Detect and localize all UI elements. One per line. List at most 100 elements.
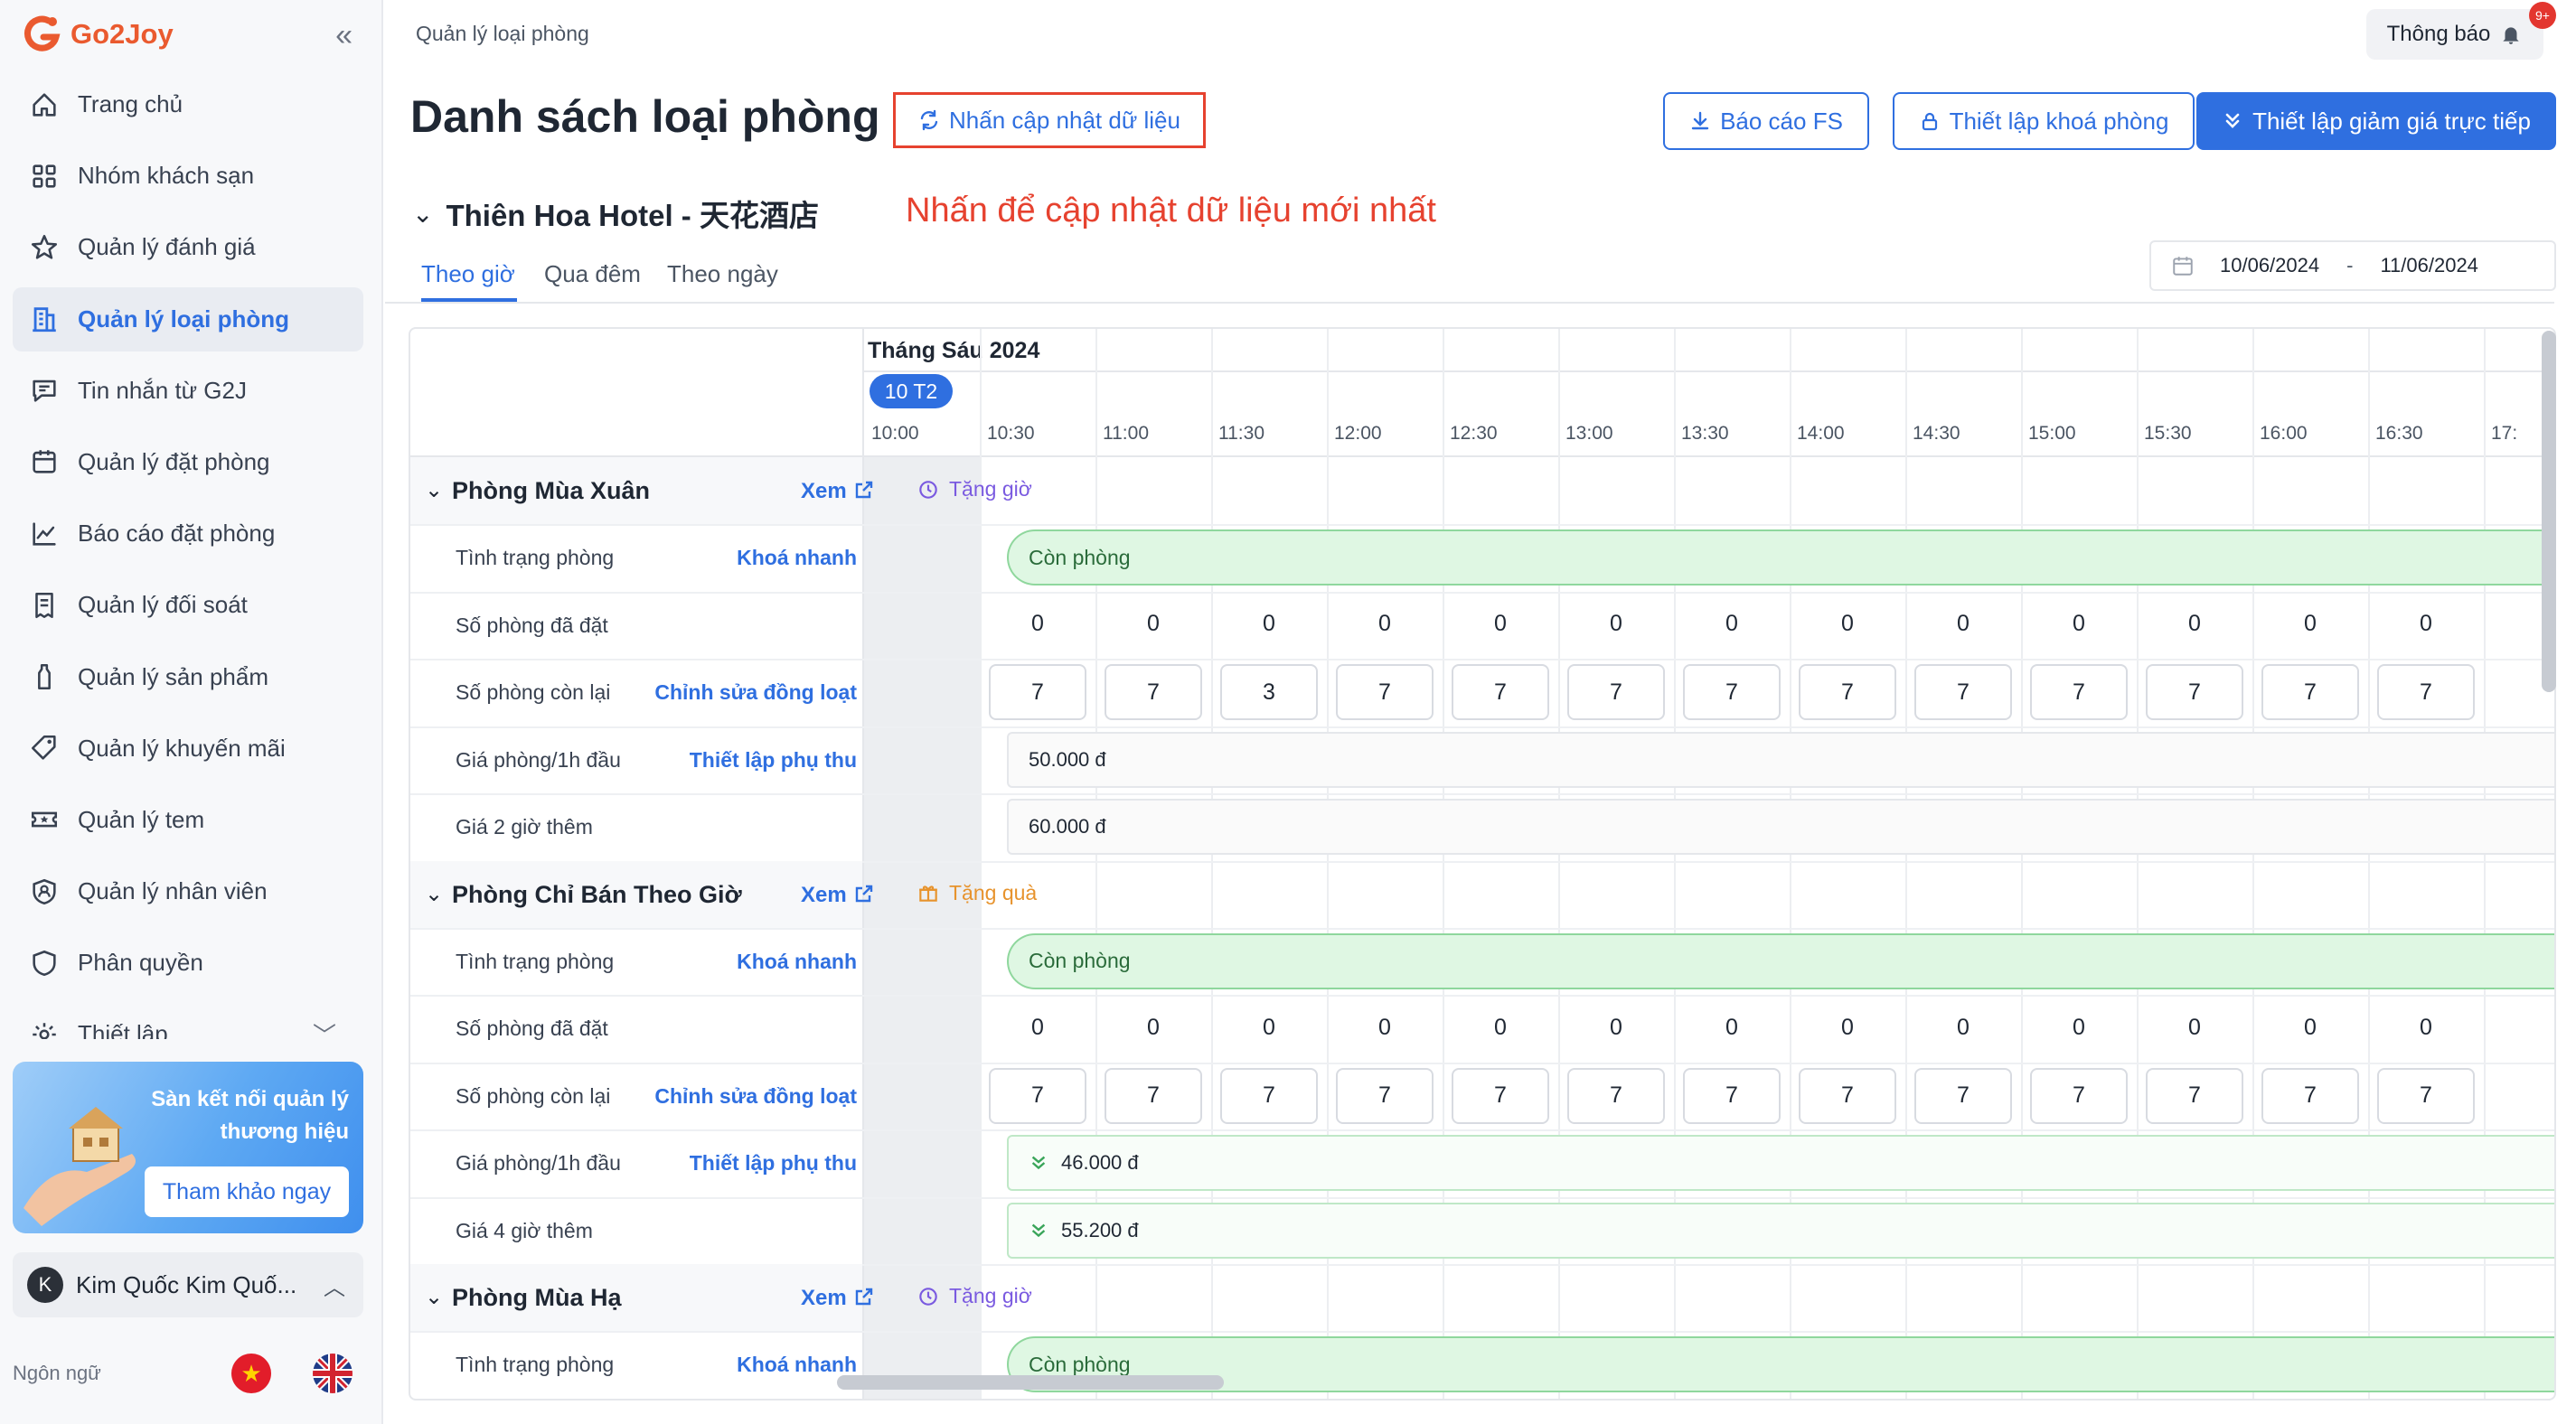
rooms-left-input[interactable]: 7 bbox=[1220, 1067, 1318, 1124]
promo-banner[interactable]: Sàn kết nối quản lý thương hiệu Tham khả… bbox=[13, 1062, 363, 1233]
chevron-down-icon[interactable]: ⌄ bbox=[425, 881, 443, 907]
report-fs-button[interactable]: Báo cáo FS bbox=[1663, 92, 1869, 150]
hotel-header[interactable]: ⌄ Thiên Hoa Hotel - 天花酒店 bbox=[412, 192, 819, 235]
external-link-icon[interactable] bbox=[853, 883, 875, 904]
rooms-left-input[interactable]: 7 bbox=[989, 664, 1086, 720]
view-room-link[interactable]: Xem bbox=[801, 479, 847, 504]
sidebar-item-0[interactable]: Trang chủ bbox=[13, 72, 363, 136]
promo-button[interactable]: Tham khảo ngay bbox=[145, 1166, 349, 1217]
availability-bar[interactable]: Còn phòng bbox=[1007, 932, 2554, 989]
chevron-down-icon[interactable]: ⌄ bbox=[425, 477, 443, 503]
rooms-left-input[interactable]: 7 bbox=[2146, 1067, 2243, 1124]
vertical-scrollbar[interactable] bbox=[2542, 331, 2556, 692]
room-name: Phòng Chỉ Bán Theo Giờ bbox=[452, 880, 742, 908]
date-from[interactable]: 10/06/2024 bbox=[2220, 254, 2319, 277]
rooms-left-input[interactable]: 7 bbox=[1683, 664, 1781, 720]
tab-overnight[interactable]: Qua đêm bbox=[544, 260, 641, 288]
price-bar[interactable]: 55.200 đ bbox=[1007, 1202, 2554, 1259]
row-action-link[interactable]: Chỉnh sửa đồng loạt bbox=[654, 1084, 857, 1109]
sidebar-item-label: Báo cáo đặt phòng bbox=[78, 520, 276, 548]
sidebar-item-7[interactable]: Quản lý đối soát bbox=[13, 573, 363, 637]
row-action-link[interactable]: Chỉnh sửa đồng loạt bbox=[654, 680, 857, 705]
time-label: 15:00 bbox=[2028, 423, 2076, 444]
availability-bar[interactable]: Còn phòng bbox=[1007, 1336, 2554, 1392]
sidebar-item-1[interactable]: Nhóm khách sạn bbox=[13, 144, 363, 208]
clock-gift-icon bbox=[919, 1287, 937, 1306]
sidebar-item-13[interactable]: Thiết lập ﹀ bbox=[13, 1002, 363, 1039]
row-action-link[interactable]: Khoá nhanh bbox=[737, 950, 857, 974]
row-separator bbox=[410, 1196, 2554, 1199]
rooms-left-input[interactable]: 3 bbox=[1220, 664, 1318, 720]
uk-flag-icon[interactable] bbox=[313, 1354, 353, 1393]
rooms-left-input[interactable]: 7 bbox=[2377, 664, 2475, 720]
row-action-link[interactable]: Khoá nhanh bbox=[737, 546, 857, 570]
user-badge-icon bbox=[33, 878, 56, 904]
row-label: Giá 4 giờ thêm bbox=[456, 1218, 593, 1242]
refresh-data-button[interactable]: Nhấn cập nhật dữ liệu bbox=[893, 92, 1206, 148]
lock-setup-button[interactable]: Thiết lập khoá phòng bbox=[1893, 92, 2195, 150]
sidebar-item-11[interactable]: Quản lý nhân viên bbox=[13, 859, 363, 923]
horizontal-scrollbar[interactable] bbox=[837, 1375, 1224, 1390]
date-range-picker[interactable]: 10/06/2024 - 11/06/2024 bbox=[2149, 240, 2556, 291]
rooms-left-input[interactable]: 7 bbox=[2261, 1067, 2359, 1124]
row-label: Giá phòng/1h đầu bbox=[456, 747, 621, 772]
chevron-down-icon[interactable]: ⌄ bbox=[425, 1284, 443, 1310]
sidebar-item-3[interactable]: Quản lý loại phòng bbox=[13, 286, 363, 351]
rooms-left-input[interactable]: 7 bbox=[1452, 664, 1549, 720]
rooms-left-input[interactable]: 7 bbox=[1914, 1067, 2012, 1124]
rooms-left-input[interactable]: 7 bbox=[1567, 1067, 1665, 1124]
rooms-left-input[interactable]: 7 bbox=[1914, 664, 2012, 720]
external-link-icon[interactable] bbox=[853, 1286, 875, 1307]
sidebar-item-8[interactable]: Quản lý sản phẩm bbox=[13, 645, 363, 709]
logo[interactable]: Go2Joy « bbox=[22, 11, 362, 58]
rooms-left-input[interactable]: 7 bbox=[2377, 1067, 2475, 1124]
sidebar-item-12[interactable]: Phân quyền bbox=[13, 931, 363, 995]
sidebar-item-5[interactable]: Quản lý đặt phòng bbox=[13, 430, 363, 494]
rooms-left-input[interactable]: 7 bbox=[1105, 664, 1202, 720]
sidebar-item-6[interactable]: Báo cáo đặt phòng bbox=[13, 501, 363, 566]
rooms-left-input[interactable]: 7 bbox=[1452, 1067, 1549, 1124]
rooms-left-input[interactable]: 7 bbox=[1799, 1067, 1896, 1124]
sidebar-item-2[interactable]: Quản lý đánh giá bbox=[13, 215, 363, 279]
user-menu[interactable]: K Kim Quốc Kim Quố... ︿ bbox=[13, 1252, 363, 1317]
rooms-left-input[interactable]: 7 bbox=[2261, 664, 2359, 720]
sidebar-item-10[interactable]: Quản lý tem bbox=[13, 788, 363, 852]
price-bar[interactable]: 50.000 đ bbox=[1007, 731, 2554, 788]
view-room-link[interactable]: Xem bbox=[801, 883, 847, 908]
chevron-down-icon: ﹀ bbox=[312, 1022, 336, 1039]
rooms-left-input[interactable]: 7 bbox=[2146, 664, 2243, 720]
rooms-booked-value: 0 bbox=[1378, 1014, 1391, 1040]
row-action-link[interactable]: Thiết lập phụ thu bbox=[690, 1151, 857, 1176]
rooms-booked-value: 0 bbox=[2073, 1014, 2085, 1040]
row-action-link[interactable]: Khoá nhanh bbox=[737, 1353, 857, 1377]
view-room-link[interactable]: Xem bbox=[801, 1286, 847, 1311]
day-badge[interactable]: 10 T2 bbox=[870, 374, 953, 408]
rooms-left-input[interactable]: 7 bbox=[2030, 1067, 2128, 1124]
home-icon bbox=[33, 92, 56, 117]
discount-setup-button[interactable]: Thiết lập giảm giá trực tiếp bbox=[2196, 92, 2556, 150]
tab-hourly[interactable]: Theo giờ bbox=[421, 260, 515, 288]
rooms-left-input[interactable]: 7 bbox=[1799, 664, 1896, 720]
rooms-left-input[interactable]: 7 bbox=[1683, 1067, 1781, 1124]
rooms-left-input[interactable]: 7 bbox=[989, 1067, 1086, 1124]
date-to[interactable]: 11/06/2024 bbox=[2380, 254, 2477, 277]
row-action-link[interactable]: Thiết lập phụ thu bbox=[690, 748, 857, 773]
sidebar-item-9[interactable]: Quản lý khuyến mãi bbox=[13, 717, 363, 781]
collapse-sidebar-icon[interactable]: « bbox=[335, 18, 353, 53]
rooms-left-input[interactable]: 7 bbox=[1336, 1067, 1434, 1124]
availability-bar[interactable]: Còn phòng bbox=[1007, 529, 2554, 586]
price-bar[interactable]: 46.000 đ bbox=[1007, 1135, 2554, 1191]
rooms-booked-value: 0 bbox=[2073, 611, 2085, 636]
main-content: Quản lý loại phòng Thông báo 9+ Danh sác… bbox=[385, 0, 2576, 1424]
sidebar-item-4[interactable]: Tin nhắn từ G2J bbox=[13, 359, 363, 423]
vietnam-flag-icon[interactable]: ★ bbox=[231, 1354, 271, 1393]
external-link-icon[interactable] bbox=[853, 479, 875, 501]
rooms-left-input[interactable]: 7 bbox=[1105, 1067, 1202, 1124]
rooms-left-input[interactable]: 7 bbox=[1567, 664, 1665, 720]
price-bar[interactable]: 60.000 đ bbox=[1007, 799, 2554, 855]
rooms-left-input[interactable]: 7 bbox=[1336, 664, 1434, 720]
notifications-button[interactable]: Thông báo bbox=[2366, 9, 2543, 60]
time-label: 11:30 bbox=[1218, 423, 1264, 444]
rooms-left-input[interactable]: 7 bbox=[2030, 664, 2128, 720]
tab-daily[interactable]: Theo ngày bbox=[667, 260, 778, 288]
